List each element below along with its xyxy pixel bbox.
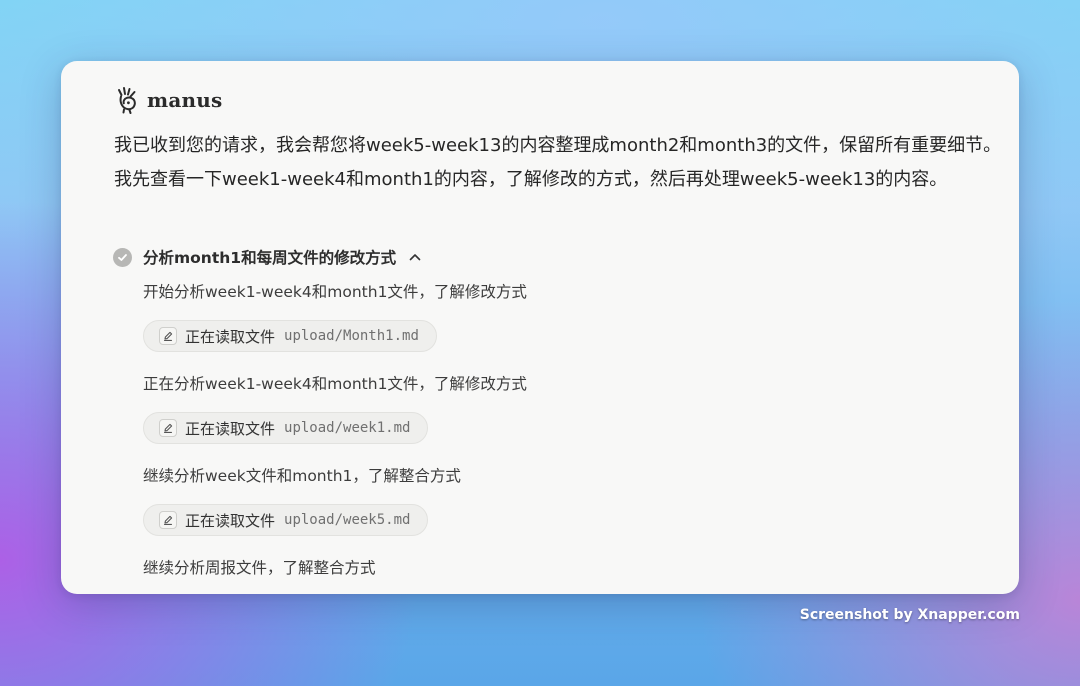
check-circle-icon	[113, 247, 132, 267]
assistant-message: 我已收到您的请求，我会帮您将week5-week13的内容整理成month2和m…	[114, 135, 1002, 190]
step-log-text: 正在分析week1-week4和month1文件，了解修改方式	[143, 375, 527, 393]
tool-action-label: 正在读取文件	[185, 419, 276, 438]
step-log-text: 开始分析week1-week4和month1文件，了解修改方式	[143, 283, 527, 301]
app-name: manus	[147, 88, 223, 112]
task-step-header[interactable]: 分析month1和每周文件的修改方式	[113, 245, 422, 269]
edit-file-icon	[159, 419, 177, 437]
step-log-text: 继续分析week文件和month1，了解整合方式	[143, 467, 461, 485]
edit-file-icon	[159, 511, 177, 529]
tool-action-path: upload/week1.md	[284, 420, 411, 436]
watermark: Screenshot by Xnapper.com	[799, 607, 1020, 623]
brand-header: manus	[115, 86, 222, 114]
tool-action-pill[interactable]: 正在读取文件 upload/week5.md	[143, 504, 429, 536]
tool-action-path: upload/Month1.md	[284, 328, 419, 344]
tool-action-pill[interactable]: 正在读取文件 upload/Month1.md	[143, 320, 437, 352]
tool-action-path: upload/week5.md	[284, 512, 411, 528]
tool-action-label: 正在读取文件	[185, 327, 276, 346]
manus-hand-icon	[118, 87, 136, 114]
step-log-text: 继续分析周报文件，了解整合方式	[143, 559, 376, 577]
chat-card: manus 我已收到您的请求，我会帮您将week5-week13的内容整理成mo…	[61, 61, 1019, 594]
tool-action-pill[interactable]: 正在读取文件 upload/week1.md	[143, 412, 429, 444]
task-step-title: 分析month1和每周文件的修改方式	[143, 249, 397, 267]
edit-file-icon	[159, 327, 177, 345]
tool-action-label: 正在读取文件	[185, 511, 276, 530]
chevron-up-icon[interactable]	[408, 250, 422, 264]
